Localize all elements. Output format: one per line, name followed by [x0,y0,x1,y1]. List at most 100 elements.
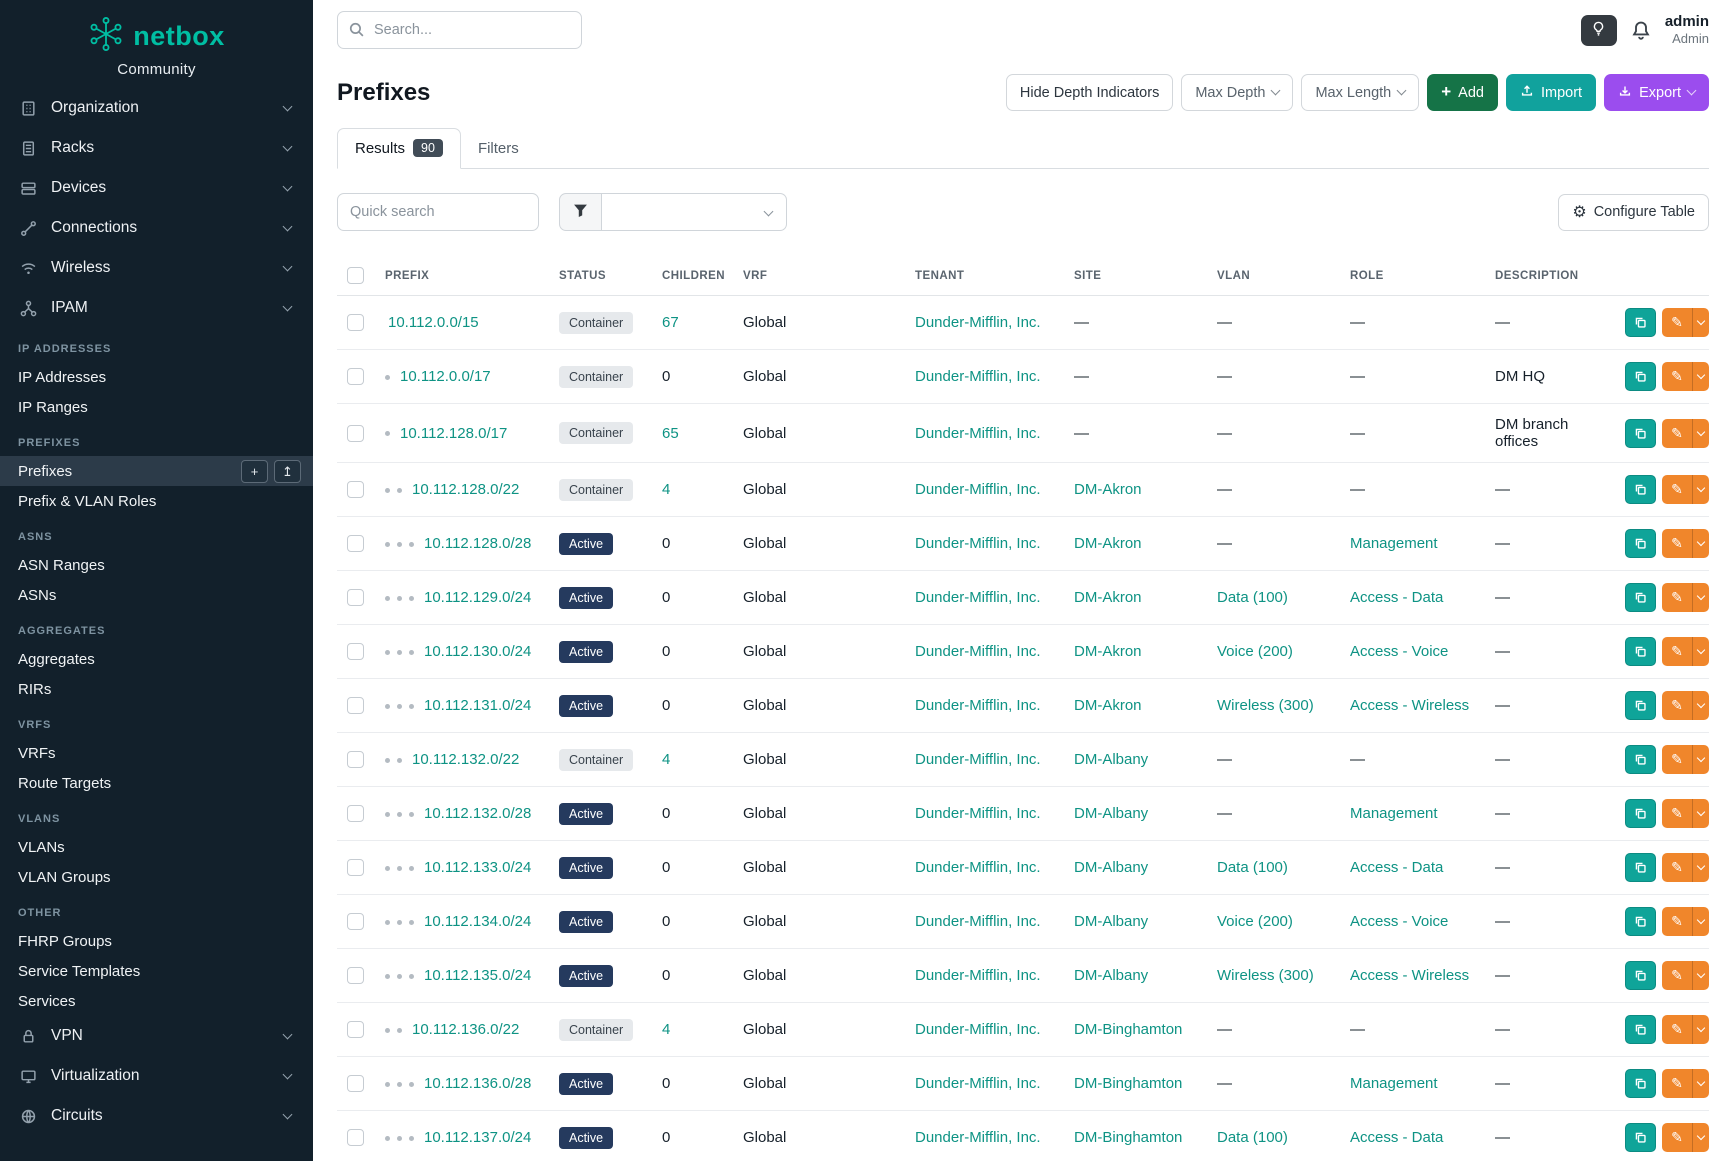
configure-table-button[interactable]: ⚙ Configure Table [1558,194,1709,231]
copy-button[interactable] [1625,1123,1656,1152]
edit-dropdown-toggle[interactable] [1692,1123,1709,1152]
tenant-link[interactable]: Dunder-Mifflin, Inc. [915,967,1041,984]
edit-dropdown-toggle[interactable] [1692,1069,1709,1098]
row-checkbox[interactable] [347,859,364,876]
tenant-link[interactable]: Dunder-Mifflin, Inc. [915,1129,1041,1146]
role-value[interactable]: Access - Data [1350,589,1443,606]
search-input[interactable] [337,11,582,49]
children-count[interactable]: 4 [662,1021,670,1038]
theme-toggle-button[interactable] [1581,15,1617,46]
site-value[interactable]: DM-Akron [1074,697,1142,714]
edit-dropdown-toggle[interactable] [1692,308,1709,337]
tenant-link[interactable]: Dunder-Mifflin, Inc. [915,859,1041,876]
row-checkbox[interactable] [347,1129,364,1146]
column-header-description[interactable]: DESCRIPTION [1485,257,1615,296]
prefix-link[interactable]: 10.112.132.0/28 [424,805,531,822]
sidebar-item-vlans[interactable]: VLANs [0,832,313,862]
edit-dropdown-toggle[interactable] [1692,853,1709,882]
row-checkbox[interactable] [347,481,364,498]
site-value[interactable]: DM-Albany [1074,967,1148,984]
tenant-link[interactable]: Dunder-Mifflin, Inc. [915,1075,1041,1092]
max-length-dropdown[interactable]: Max Length [1301,74,1419,111]
tenant-link[interactable]: Dunder-Mifflin, Inc. [915,643,1041,660]
edit-dropdown-toggle[interactable] [1692,745,1709,774]
max-depth-dropdown[interactable]: Max Depth [1181,74,1293,111]
copy-button[interactable] [1625,637,1656,666]
role-value[interactable]: Management [1350,805,1438,822]
prefix-link[interactable]: 10.112.136.0/22 [412,1021,519,1038]
sidebar-item-prefix-vlan-roles[interactable]: Prefix & VLAN Roles [0,486,313,516]
edit-dropdown-toggle[interactable] [1692,362,1709,391]
prefix-link[interactable]: 10.112.135.0/24 [424,967,531,984]
edit-button[interactable]: ✎ [1662,853,1692,882]
prefix-link[interactable]: 10.112.128.0/17 [400,425,507,442]
sidebar-item-services[interactable]: Services [0,986,313,1016]
sidebar-item-ipam[interactable]: IPAM [0,288,313,328]
copy-button[interactable] [1625,907,1656,936]
copy-button[interactable] [1625,583,1656,612]
edit-dropdown-toggle[interactable] [1692,529,1709,558]
tenant-link[interactable]: Dunder-Mifflin, Inc. [915,805,1041,822]
row-checkbox[interactable] [347,1075,364,1092]
prefix-link[interactable]: 10.112.0.0/15 [388,314,479,331]
edit-button[interactable]: ✎ [1662,907,1692,936]
vlan-value[interactable]: Voice (200) [1217,643,1293,660]
site-value[interactable]: DM-Akron [1074,589,1142,606]
column-header-children[interactable]: CHILDREN [652,257,733,296]
tenant-link[interactable]: Dunder-Mifflin, Inc. [915,589,1041,606]
site-value[interactable]: DM-Akron [1074,535,1142,552]
edit-button[interactable]: ✎ [1662,583,1692,612]
row-checkbox[interactable] [347,913,364,930]
row-checkbox[interactable] [347,751,364,768]
edit-button[interactable]: ✎ [1662,1069,1692,1098]
sidebar-item-vrfs[interactable]: VRFs [0,738,313,768]
row-checkbox[interactable] [347,314,364,331]
children-count[interactable]: 4 [662,751,670,768]
site-value[interactable]: DM-Albany [1074,751,1148,768]
site-value[interactable]: DM-Binghamton [1074,1021,1182,1038]
copy-button[interactable] [1625,799,1656,828]
column-header-tenant[interactable]: TENANT [905,257,1064,296]
site-value[interactable]: DM-Akron [1074,481,1142,498]
tenant-link[interactable]: Dunder-Mifflin, Inc. [915,481,1041,498]
site-value[interactable]: DM-Binghamton [1074,1075,1182,1092]
quick-search-input[interactable] [337,193,539,231]
edit-button[interactable]: ✎ [1662,961,1692,990]
sidebar-item-organization[interactable]: Organization [0,88,313,128]
export-dropdown-button[interactable]: Export [1604,74,1709,111]
edit-dropdown-toggle[interactable] [1692,1015,1709,1044]
prefix-link[interactable]: 10.112.137.0/24 [424,1129,531,1146]
vlan-value[interactable]: Wireless (300) [1217,697,1314,714]
edit-dropdown-toggle[interactable] [1692,799,1709,828]
import-button[interactable]: Import [1506,74,1596,111]
role-value[interactable]: Access - Data [1350,1129,1443,1146]
row-checkbox[interactable] [347,697,364,714]
site-value[interactable]: DM-Albany [1074,805,1148,822]
role-value[interactable]: Access - Voice [1350,643,1448,660]
copy-button[interactable] [1625,475,1656,504]
edit-button[interactable]: ✎ [1662,691,1692,720]
column-header-prefix[interactable]: PREFIX [375,257,549,296]
sidebar-item-asn-ranges[interactable]: ASN Ranges [0,550,313,580]
role-value[interactable]: Access - Voice [1350,913,1448,930]
copy-button[interactable] [1625,691,1656,720]
copy-button[interactable] [1625,745,1656,774]
copy-button[interactable] [1625,1015,1656,1044]
sidebar-item-fhrp-groups[interactable]: FHRP Groups [0,926,313,956]
edit-dropdown-toggle[interactable] [1692,637,1709,666]
prefix-link[interactable]: 10.112.136.0/28 [424,1075,531,1092]
sidebar-item-vlan-groups[interactable]: VLAN Groups [0,862,313,892]
hide-depth-indicators-button[interactable]: Hide Depth Indicators [1006,74,1173,111]
select-all-checkbox[interactable] [347,267,364,284]
edit-button[interactable]: ✎ [1662,475,1692,504]
sidebar-item-service-templates[interactable]: Service Templates [0,956,313,986]
role-value[interactable]: Access - Wireless [1350,697,1469,714]
sidebar-item-route-targets[interactable]: Route Targets [0,768,313,798]
row-checkbox[interactable] [347,535,364,552]
import-prefix-mini-button[interactable]: ↥ [274,460,301,483]
edit-dropdown-toggle[interactable] [1692,475,1709,504]
column-header-vrf[interactable]: VRF [733,257,905,296]
site-value[interactable]: DM-Albany [1074,913,1148,930]
site-value[interactable]: DM-Binghamton [1074,1129,1182,1146]
copy-button[interactable] [1625,961,1656,990]
